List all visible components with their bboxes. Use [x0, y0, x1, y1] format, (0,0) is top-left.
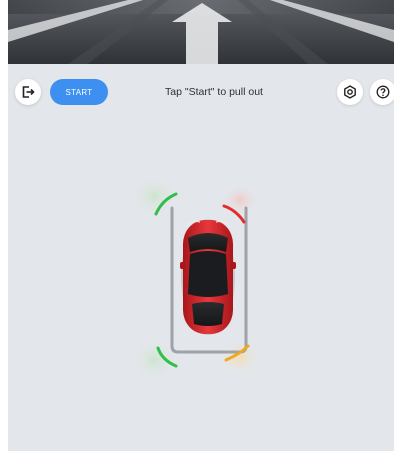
help-button[interactable]	[370, 79, 394, 105]
status-text: Tap "Start" to pull out	[165, 86, 263, 98]
help-icon	[376, 85, 390, 99]
start-button[interactable]: START	[50, 79, 108, 105]
parking-visualization	[8, 116, 394, 451]
car-top-view-icon	[180, 219, 236, 335]
exit-button[interactable]	[15, 79, 41, 105]
camera-view	[8, 0, 394, 64]
exit-icon	[22, 86, 35, 98]
toolbar: START Tap "Start" to pull out	[8, 68, 394, 116]
park-assist-screen: START Tap "Start" to pull out	[8, 0, 394, 451]
settings-icon	[344, 85, 356, 99]
settings-button[interactable]	[337, 79, 363, 105]
